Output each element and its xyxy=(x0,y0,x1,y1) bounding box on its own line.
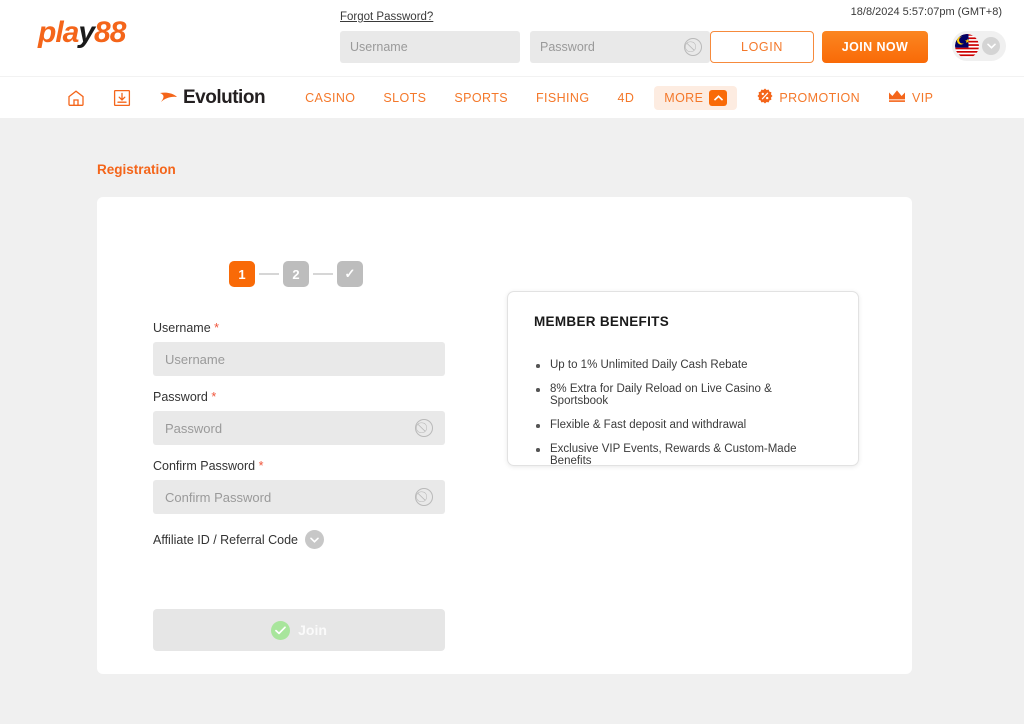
registration-card: 1 2 ✓ Username * Password * ⃠ Confirm Pa… xyxy=(97,197,912,674)
member-benefits-panel: MEMBER BENEFITS Up to 1% Unlimited Daily… xyxy=(507,291,859,467)
join-submit-label: Join xyxy=(298,622,327,638)
step-2[interactable]: 2 xyxy=(283,261,309,287)
nav-item-vip[interactable]: VIP xyxy=(874,89,947,106)
list-item: 8% Extra for Daily Reload on Live Casino… xyxy=(534,383,832,407)
toggle-confirm-password-visibility-icon[interactable]: ⃠ xyxy=(415,488,433,506)
affiliate-toggle[interactable]: Affiliate ID / Referral Code xyxy=(153,530,445,549)
nav-item-promotion[interactable]: PROMOTION xyxy=(743,88,874,107)
password-label-text: Password xyxy=(153,390,208,404)
registration-stepper: 1 2 ✓ xyxy=(229,261,363,287)
logo-bolt-glyph: y xyxy=(78,16,95,49)
chevron-up-icon xyxy=(709,89,728,106)
step-connector xyxy=(259,273,279,275)
malaysia-flag-icon: ★ xyxy=(955,34,979,58)
login-form: ⃠ xyxy=(340,31,710,63)
login-button[interactable]: LOGIN xyxy=(710,31,814,63)
server-datetime: 18/8/2024 5:57:07pm (GMT+8) xyxy=(850,6,1002,18)
password-field-wrap: ⃠ xyxy=(153,411,445,459)
required-marker: * xyxy=(214,321,220,335)
svg-text:★: ★ xyxy=(965,38,970,45)
chevron-down-icon xyxy=(304,530,324,549)
home-icon[interactable] xyxy=(66,88,86,108)
confirm-password-field-wrap: ⃠ xyxy=(153,480,445,528)
registration-form: Username * Password * ⃠ Confirm Password… xyxy=(153,321,445,549)
list-item: Up to 1% Unlimited Daily Cash Rebate xyxy=(534,359,832,371)
toggle-password-visibility-icon[interactable]: ⃠ xyxy=(415,419,433,437)
required-marker: * xyxy=(211,390,217,404)
confirm-password-input[interactable] xyxy=(153,480,445,514)
evolution-brand-logo[interactable]: Evolution xyxy=(158,86,266,109)
logo-text-main: pla xyxy=(38,16,79,49)
language-selector[interactable]: ★ xyxy=(952,31,1006,61)
evolution-mark-icon xyxy=(160,92,177,102)
password-input[interactable] xyxy=(153,411,445,445)
list-item: Exclusive VIP Events, Rewards & Custom-M… xyxy=(534,443,832,467)
download-app-icon[interactable] xyxy=(112,88,132,108)
confirm-password-label-text: Confirm Password xyxy=(153,459,256,473)
top-bar: play88 Forgot Password? ⃠ LOGIN JOIN NOW… xyxy=(0,0,1024,76)
password-label: Password * xyxy=(153,390,445,404)
language-chevron-down-icon[interactable] xyxy=(982,37,1000,55)
affiliate-label: Affiliate ID / Referral Code xyxy=(153,532,298,547)
username-input[interactable] xyxy=(153,342,445,376)
header-password-wrap: ⃠ xyxy=(530,31,710,63)
page-title: Registration xyxy=(97,162,176,177)
toggle-password-visibility-icon[interactable]: ⃠ xyxy=(684,38,702,56)
step-connector xyxy=(313,273,333,275)
site-logo[interactable]: play88 xyxy=(38,16,126,50)
header-username-input[interactable] xyxy=(340,31,520,63)
nav-item-4d[interactable]: 4D xyxy=(603,91,648,105)
forgot-password-link[interactable]: Forgot Password? xyxy=(340,11,433,23)
member-benefits-title: MEMBER BENEFITS xyxy=(534,314,670,329)
join-now-button[interactable]: JOIN NOW xyxy=(822,31,928,63)
nav-item-sports[interactable]: SPORTS xyxy=(440,91,522,105)
logo-text-suffix: 88 xyxy=(94,16,126,49)
crown-icon xyxy=(888,89,906,106)
list-item: Flexible & Fast deposit and withdrawal xyxy=(534,419,832,431)
confirm-password-label: Confirm Password * xyxy=(153,459,445,473)
nav-item-fishing[interactable]: FISHING xyxy=(522,91,604,105)
nav-item-promotion-label: PROMOTION xyxy=(779,90,861,105)
nav-item-vip-label: VIP xyxy=(912,90,934,105)
nav-item-slots[interactable]: SLOTS xyxy=(369,91,440,105)
member-benefits-list: Up to 1% Unlimited Daily Cash Rebate 8% … xyxy=(534,359,832,467)
page-body: Registration 1 2 ✓ Username * Password *… xyxy=(0,118,1024,724)
join-submit-button[interactable]: Join xyxy=(153,609,445,651)
check-circle-icon xyxy=(271,620,291,640)
username-label: Username * xyxy=(153,321,445,335)
percent-badge-icon xyxy=(757,88,773,107)
step-3-complete[interactable]: ✓ xyxy=(337,261,363,287)
username-label-text: Username xyxy=(153,321,211,335)
required-marker: * xyxy=(258,459,264,473)
nav-item-more[interactable]: MORE xyxy=(654,85,738,110)
step-1[interactable]: 1 xyxy=(229,261,255,287)
nav-item-casino[interactable]: CASINO xyxy=(291,91,369,105)
evolution-brand-text: Evolution xyxy=(183,86,266,108)
main-navigation: Evolution CASINO SLOTS SPORTS FISHING 4D… xyxy=(0,76,1024,118)
header-password-input[interactable] xyxy=(530,31,710,63)
nav-item-more-label: MORE xyxy=(664,90,704,105)
